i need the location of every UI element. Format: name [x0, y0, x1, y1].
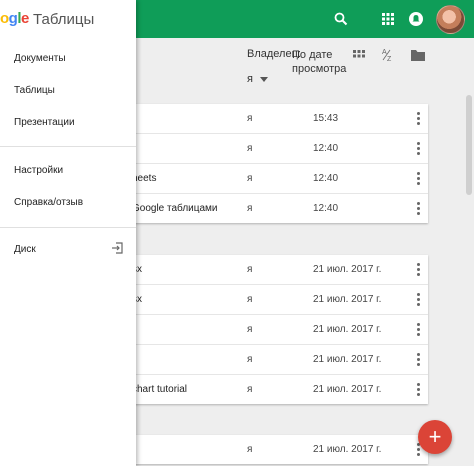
- file-row[interactable]: Google таблицами я 12:40: [112, 194, 428, 223]
- file-name: Google таблицами: [132, 203, 218, 214]
- file-date: 12:40: [313, 143, 339, 154]
- owner-filter-value[interactable]: я: [247, 73, 269, 85]
- file-date: 21 июл. 2017 г.: [313, 354, 382, 365]
- file-row[interactable]: sx я 21 июл. 2017 г.: [112, 285, 428, 315]
- file-list-section: я 15:43 я 12:40 heets я 12:40 Google таб…: [112, 104, 428, 223]
- more-options-icon[interactable]: [414, 381, 422, 397]
- file-date: 21 июл. 2017 г.: [313, 324, 382, 335]
- file-owner: я: [247, 354, 253, 365]
- navigation-drawer: ogle Таблицы Документы Таблицы Презентац…: [0, 0, 136, 466]
- file-name: chart tutorial: [132, 384, 188, 395]
- file-owner: я: [247, 444, 253, 455]
- file-owner: я: [247, 294, 253, 305]
- nav-item-presentations[interactable]: Презентации: [14, 117, 75, 128]
- dropdown-arrow-icon: [260, 77, 269, 82]
- file-owner: я: [247, 384, 253, 395]
- more-options-icon[interactable]: [414, 291, 422, 307]
- file-row[interactable]: я 21 июл. 2017 г.: [112, 345, 428, 375]
- file-row[interactable]: я 21 июл. 2017 г.: [112, 435, 428, 464]
- more-options-icon[interactable]: [414, 351, 422, 367]
- file-owner: я: [247, 173, 253, 184]
- apps-grid-icon[interactable]: [378, 9, 398, 29]
- file-date: 21 июл. 2017 г.: [313, 294, 382, 305]
- nav-item-settings[interactable]: Настройки: [14, 165, 63, 176]
- notifications-icon[interactable]: [406, 9, 426, 29]
- drawer-header: ogle Таблицы: [0, 10, 136, 32]
- owner-filter-label: я: [247, 73, 253, 85]
- file-list-section: sx я 21 июл. 2017 г. sx я 21 июл. 2017 г…: [112, 255, 428, 404]
- file-row[interactable]: chart tutorial я 21 июл. 2017 г.: [112, 375, 428, 404]
- file-date: 21 июл. 2017 г.: [313, 384, 382, 395]
- svg-text:Z: Z: [387, 56, 392, 62]
- file-date: 21 июл. 2017 г.: [313, 264, 382, 275]
- drawer-title: Таблицы: [33, 11, 95, 28]
- scrollbar[interactable]: [466, 95, 472, 195]
- drawer-divider: [0, 227, 136, 228]
- file-owner: я: [247, 203, 253, 214]
- grid-view-icon[interactable]: [353, 49, 367, 63]
- nav-item-sheets[interactable]: Таблицы: [14, 85, 55, 96]
- search-icon[interactable]: [331, 9, 351, 29]
- file-date: 12:40: [313, 173, 339, 184]
- file-date: 21 июл. 2017 г.: [313, 444, 382, 455]
- sort-by-date-header[interactable]: По дате просмотра: [292, 48, 352, 76]
- file-owner: я: [247, 143, 253, 154]
- file-date: 12:40: [313, 203, 339, 214]
- file-date: 15:43: [313, 113, 339, 124]
- drawer-divider: [0, 146, 136, 147]
- file-owner: я: [247, 113, 253, 124]
- more-options-icon[interactable]: [414, 321, 422, 337]
- google-logo: ogle: [0, 10, 29, 27]
- create-new-button[interactable]: +: [418, 420, 452, 454]
- file-owner: я: [247, 264, 253, 275]
- more-options-icon[interactable]: [414, 170, 422, 186]
- file-row[interactable]: heets я 12:40: [112, 164, 428, 194]
- more-options-icon[interactable]: [414, 110, 422, 126]
- file-row[interactable]: sx я 21 июл. 2017 г.: [112, 255, 428, 285]
- sort-az-icon[interactable]: AZ: [381, 46, 395, 63]
- file-list-section: я 21 июл. 2017 г.: [112, 435, 428, 464]
- plus-icon: +: [428, 424, 442, 449]
- more-options-icon[interactable]: [414, 200, 422, 216]
- file-row[interactable]: я 21 июл. 2017 г.: [112, 315, 428, 345]
- folder-icon[interactable]: [411, 48, 425, 62]
- file-row[interactable]: я 12:40: [112, 134, 428, 164]
- open-external-icon[interactable]: [111, 241, 123, 254]
- file-owner: я: [247, 324, 253, 335]
- nav-item-help-feedback[interactable]: Справка/отзыв: [14, 197, 83, 208]
- avatar[interactable]: [436, 5, 465, 34]
- more-options-icon[interactable]: [414, 140, 422, 156]
- nav-item-documents[interactable]: Документы: [14, 53, 66, 64]
- nav-item-drive[interactable]: Диск: [14, 244, 36, 255]
- more-options-icon[interactable]: [414, 261, 422, 277]
- file-row[interactable]: я 15:43: [112, 104, 428, 134]
